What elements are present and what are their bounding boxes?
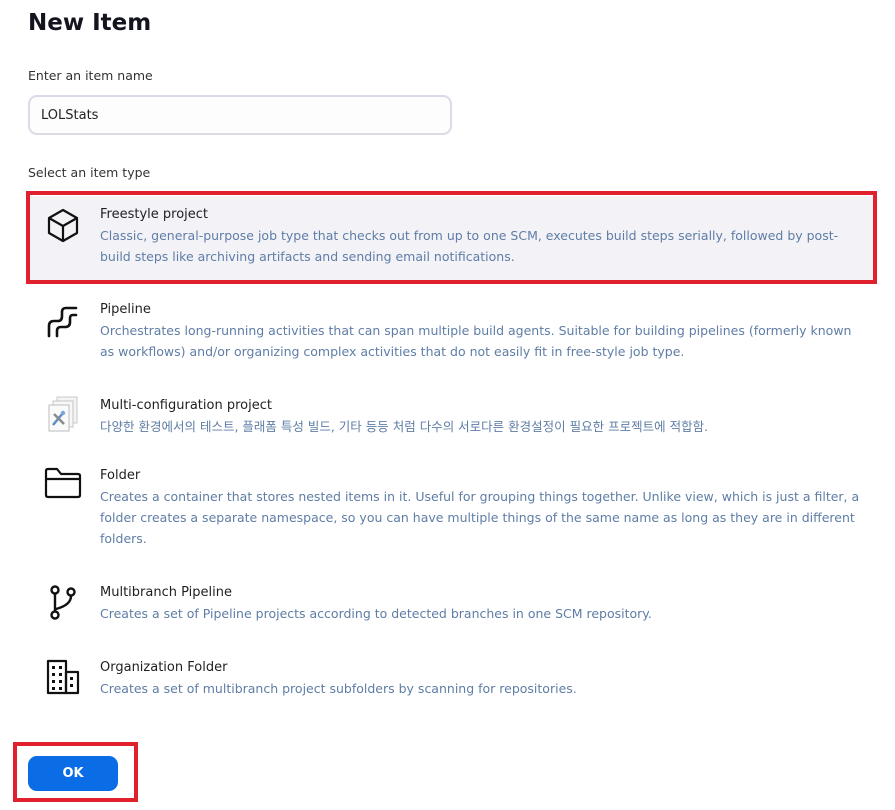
item-type-multi-configuration[interactable]: Multi-configuration project 다양한 환경에서의 테스…	[29, 392, 874, 444]
item-type-description: Classic, general-purpose job type that c…	[100, 228, 839, 264]
item-type-description: Creates a set of multibranch project sub…	[100, 681, 577, 696]
pipeline-icon	[45, 304, 81, 340]
item-name-input[interactable]	[28, 95, 452, 135]
folder-icon	[43, 466, 83, 502]
multi-config-icon	[45, 394, 81, 432]
item-type-description: 다양한 환경에서의 테스트, 플래폼 특성 빌드, 기타 등등 처럼 다수의 서…	[100, 419, 709, 434]
item-type-multibranch-pipeline[interactable]: Multibranch Pipeline Creates a set of Pi…	[29, 579, 874, 629]
item-type-name: Organization Folder	[100, 660, 228, 675]
ok-button[interactable]: OK	[28, 756, 118, 791]
item-type-name: Freestyle project	[100, 207, 209, 222]
item-type-name: Pipeline	[100, 302, 151, 317]
branch-icon	[45, 584, 81, 620]
item-type-description: Creates a set of Pipeline projects accor…	[100, 606, 652, 621]
item-type-freestyle[interactable]: Freestyle project Classic, general-purpo…	[29, 196, 874, 282]
item-type-description: Creates a container that stores nested i…	[100, 489, 860, 546]
item-type-name: Folder	[100, 468, 141, 483]
item-name-label: Enter an item name	[28, 68, 153, 83]
item-type-name: Multibranch Pipeline	[100, 585, 232, 600]
page-title: New Item	[28, 10, 152, 36]
item-type-label: Select an item type	[28, 165, 151, 180]
item-type-pipeline[interactable]: Pipeline Orchestrates long-running activ…	[29, 296, 874, 366]
building-icon	[45, 658, 81, 695]
cube-icon	[45, 207, 81, 243]
item-type-folder[interactable]: Folder Creates a container that stores n…	[29, 462, 874, 552]
item-type-description: Orchestrates long-running activities tha…	[100, 323, 852, 359]
item-type-name: Multi-configuration project	[100, 398, 272, 413]
item-type-organization-folder[interactable]: Organization Folder Creates a set of mul…	[29, 654, 874, 704]
